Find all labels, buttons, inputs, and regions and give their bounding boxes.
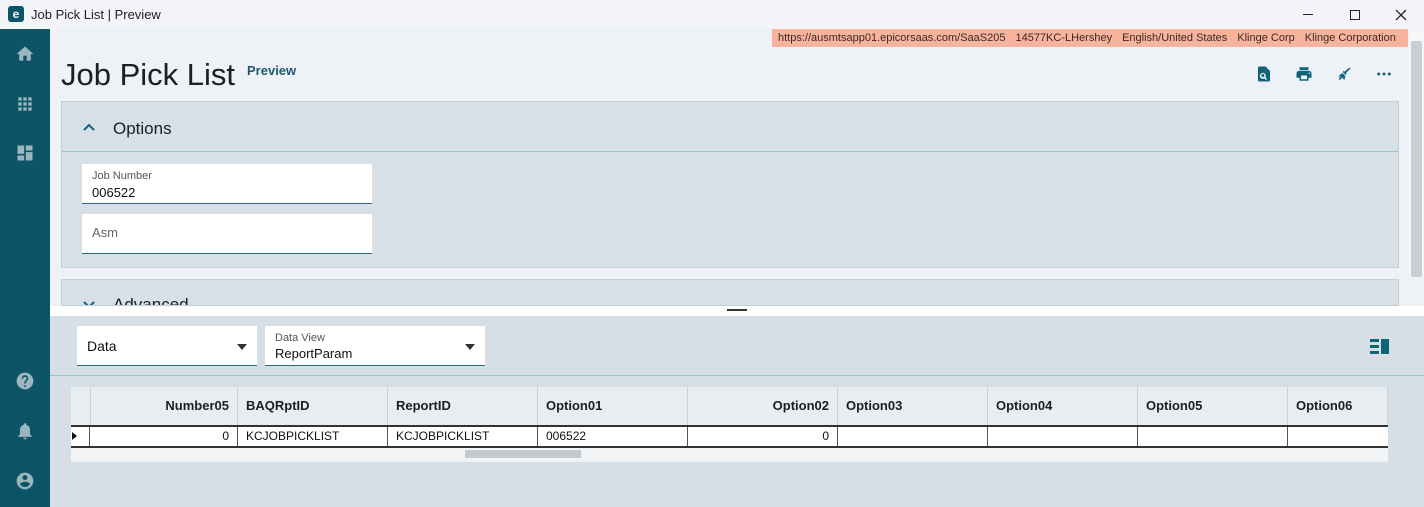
close-icon bbox=[1395, 9, 1407, 20]
row-selector[interactable] bbox=[71, 427, 90, 446]
cell-option06[interactable] bbox=[1288, 427, 1388, 446]
options-header[interactable]: Options bbox=[62, 102, 1398, 152]
vertical-scroll-thumb[interactable] bbox=[1411, 41, 1422, 277]
job-number-label: Job Number bbox=[92, 170, 152, 182]
minimize-icon bbox=[1303, 14, 1313, 15]
maximize-button[interactable] bbox=[1332, 0, 1378, 29]
chevron-down-icon[interactable] bbox=[82, 298, 96, 305]
page-subtitle: Preview bbox=[247, 63, 297, 78]
panel-divider bbox=[50, 375, 1424, 376]
environment-bar: https://ausmtsapp01.epicorsaas.com/SaaS2… bbox=[772, 29, 1408, 47]
main-content: https://ausmtsapp01.epicorsaas.com/SaaS2… bbox=[50, 29, 1424, 507]
home-icon[interactable] bbox=[13, 42, 37, 66]
splitter-handle[interactable] bbox=[727, 309, 747, 311]
clear-broom-icon[interactable] bbox=[1333, 63, 1355, 85]
maximize-icon bbox=[1350, 9, 1360, 20]
horizontal-scrollbar[interactable] bbox=[71, 448, 1388, 460]
column-header-option01[interactable]: Option01 bbox=[538, 387, 688, 425]
close-button[interactable] bbox=[1378, 0, 1424, 29]
apps-grid-icon[interactable] bbox=[13, 92, 37, 116]
data-type-select[interactable]: Data bbox=[77, 326, 257, 366]
job-number-value: 006522 bbox=[92, 185, 136, 200]
column-header-option03[interactable]: Option03 bbox=[838, 387, 988, 425]
column-header-reportid[interactable]: ReportID bbox=[388, 387, 538, 425]
row-pointer-icon bbox=[72, 432, 77, 440]
data-panel: Data Data View ReportParam Number05 BAQR… bbox=[50, 316, 1424, 507]
pane-splitter[interactable] bbox=[50, 306, 1424, 316]
app-icon: e bbox=[8, 6, 24, 22]
data-view-select[interactable]: Data View ReportParam bbox=[265, 326, 485, 366]
cell-option03[interactable] bbox=[838, 427, 988, 446]
env-user: 14577KC-LHershey bbox=[1015, 32, 1113, 44]
column-header-option02[interactable]: Option02 bbox=[688, 387, 838, 425]
asm-placeholder: Asm bbox=[92, 225, 118, 240]
column-header-option05[interactable]: Option05 bbox=[1138, 387, 1288, 425]
notifications-icon[interactable] bbox=[13, 419, 37, 443]
grid-header: Number05 BAQRptID ReportID Option01 Opti… bbox=[71, 387, 1388, 425]
dashboard-icon[interactable] bbox=[13, 141, 37, 165]
column-header-option06[interactable]: Option06 bbox=[1288, 387, 1388, 425]
data-view-label: Data View bbox=[275, 332, 325, 344]
asm-field[interactable]: Asm bbox=[82, 214, 372, 254]
env-language: English/United States bbox=[1122, 32, 1228, 44]
cell-number05[interactable]: 0 bbox=[91, 427, 238, 446]
options-label: Options bbox=[113, 119, 172, 138]
column-header-number05[interactable]: Number05 bbox=[91, 387, 238, 425]
data-grid: Number05 BAQRptID ReportID Option01 Opti… bbox=[71, 387, 1388, 462]
user-icon[interactable] bbox=[13, 469, 37, 493]
column-chooser-icon[interactable] bbox=[1370, 338, 1390, 356]
advanced-label: Advanced bbox=[113, 295, 189, 306]
page-title: Job Pick List bbox=[61, 57, 236, 92]
chevron-up-icon[interactable] bbox=[82, 120, 96, 134]
help-icon[interactable] bbox=[13, 369, 37, 393]
window-title-bar: e Job Pick List | Preview bbox=[0, 0, 1424, 29]
dropdown-arrow-icon bbox=[237, 344, 247, 350]
cell-option05[interactable] bbox=[1138, 427, 1288, 446]
cell-option02[interactable]: 0 bbox=[688, 427, 838, 446]
env-url: https://ausmtsapp01.epicorsaas.com/SaaS2… bbox=[778, 32, 1006, 44]
data-view-value: ReportParam bbox=[275, 346, 353, 361]
window-title: Job Pick List | Preview bbox=[31, 7, 161, 22]
preview-search-icon[interactable] bbox=[1253, 63, 1275, 85]
env-company: Klinge Corp bbox=[1237, 32, 1295, 44]
print-icon[interactable] bbox=[1293, 63, 1315, 85]
minimize-button[interactable] bbox=[1285, 0, 1331, 29]
column-header-option04[interactable]: Option04 bbox=[988, 387, 1138, 425]
cell-option04[interactable] bbox=[988, 427, 1138, 446]
grid-header-corner bbox=[71, 387, 91, 425]
cell-baqrptid[interactable]: KCJOBPICKLIST bbox=[238, 427, 388, 446]
table-row[interactable]: 0 KCJOBPICKLIST KCJOBPICKLIST 006522 0 bbox=[71, 425, 1388, 448]
options-panel: Options Job Number 006522 Asm bbox=[61, 101, 1399, 268]
sidebar bbox=[0, 29, 50, 507]
horizontal-scroll-thumb[interactable] bbox=[465, 450, 581, 458]
data-type-value: Data bbox=[87, 338, 117, 354]
cell-option01[interactable]: 006522 bbox=[538, 427, 688, 446]
env-site: Klinge Corporation bbox=[1304, 32, 1396, 44]
column-header-baqrptid[interactable]: BAQRptID bbox=[238, 387, 388, 425]
more-icon[interactable] bbox=[1373, 63, 1395, 85]
dropdown-arrow-icon bbox=[465, 344, 475, 350]
job-number-field[interactable]: Job Number 006522 bbox=[82, 164, 372, 204]
cell-reportid[interactable]: KCJOBPICKLIST bbox=[388, 427, 538, 446]
advanced-panel[interactable]: Advanced bbox=[61, 279, 1399, 306]
